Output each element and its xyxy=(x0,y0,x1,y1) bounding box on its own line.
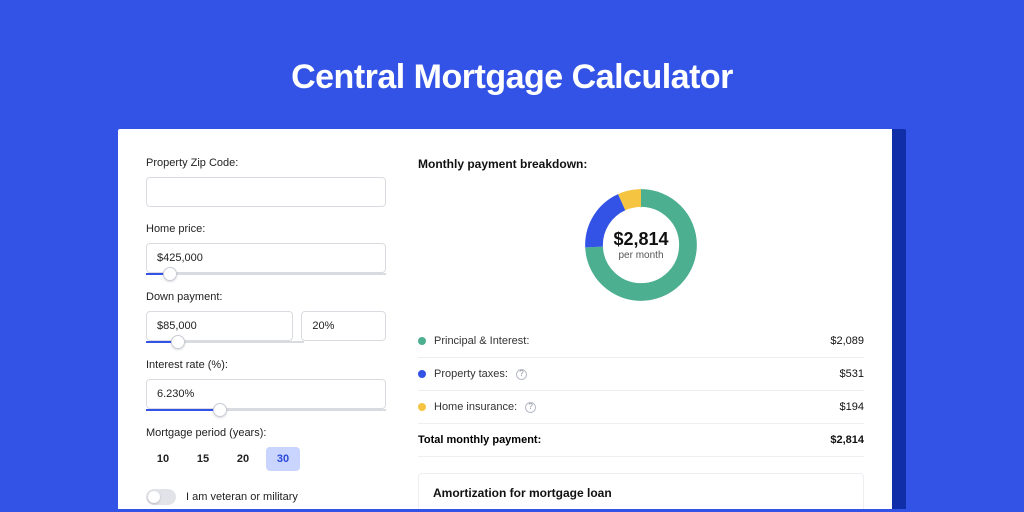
page-title: Central Mortgage Calculator xyxy=(0,0,1024,129)
interest-input[interactable] xyxy=(146,379,386,409)
interest-slider-thumb[interactable] xyxy=(213,403,227,417)
legend-label: Property taxes: xyxy=(434,368,508,380)
total-row: Total monthly payment: $2,814 xyxy=(418,423,864,457)
donut-wrap: $2,814 per month xyxy=(418,179,864,325)
veteran-toggle-label: I am veteran or military xyxy=(186,491,298,503)
results-panel: Monthly payment breakdown: $2,814 per mo… xyxy=(418,157,864,509)
inputs-panel: Property Zip Code: Home price: Down paym… xyxy=(146,157,386,509)
legend-row: Property taxes:? $531 xyxy=(418,358,864,391)
info-icon[interactable]: ? xyxy=(516,369,527,380)
down-payment-field-group: Down payment: xyxy=(146,291,386,343)
period-button-30[interactable]: 30 xyxy=(266,447,300,471)
donut-center: $2,814 per month xyxy=(579,183,703,307)
donut-center-sub: per month xyxy=(618,250,663,261)
donut-chart: $2,814 per month xyxy=(579,183,703,307)
period-button-20[interactable]: 20 xyxy=(226,447,260,471)
amortization-box: Amortization for mortgage loan Amortizat… xyxy=(418,473,864,509)
legend-value: $194 xyxy=(840,401,864,413)
interest-slider[interactable] xyxy=(146,409,386,411)
legend-label: Principal & Interest: xyxy=(434,335,529,347)
down-payment-label: Down payment: xyxy=(146,291,386,303)
home-price-label: Home price: xyxy=(146,223,386,235)
zip-label: Property Zip Code: xyxy=(146,157,386,169)
legend-value: $2,089 xyxy=(830,335,864,347)
total-value: $2,814 xyxy=(830,434,864,446)
home-price-input[interactable] xyxy=(146,243,386,273)
veteran-toggle-knob xyxy=(148,491,160,503)
veteran-toggle-row: I am veteran or military xyxy=(146,489,386,505)
legend-value: $531 xyxy=(840,368,864,380)
info-icon[interactable]: ? xyxy=(525,402,536,413)
zip-input[interactable] xyxy=(146,177,386,207)
legend-row: Principal & Interest: $2,089 xyxy=(418,325,864,358)
calculator-card: Property Zip Code: Home price: Down paym… xyxy=(118,129,906,509)
amortization-title: Amortization for mortgage loan xyxy=(433,486,849,500)
home-price-field-group: Home price: xyxy=(146,223,386,275)
veteran-toggle[interactable] xyxy=(146,489,176,505)
legend-row: Home insurance:? $194 xyxy=(418,391,864,423)
interest-field-group: Interest rate (%): xyxy=(146,359,386,411)
interest-slider-fill xyxy=(146,409,220,411)
period-button-10[interactable]: 10 xyxy=(146,447,180,471)
home-price-slider-thumb[interactable] xyxy=(163,267,177,281)
legend-dot-icon xyxy=(418,403,426,411)
home-price-slider[interactable] xyxy=(146,273,386,275)
zip-field-group: Property Zip Code: xyxy=(146,157,386,207)
total-label: Total monthly payment: xyxy=(418,434,541,446)
breakdown-title: Monthly payment breakdown: xyxy=(418,157,864,171)
down-payment-amount-input[interactable] xyxy=(146,311,293,341)
legend-dot-icon xyxy=(418,370,426,378)
down-payment-slider-thumb[interactable] xyxy=(171,335,185,349)
legend-left: Property taxes:? xyxy=(418,368,527,380)
down-payment-slider[interactable] xyxy=(146,341,304,343)
interest-label: Interest rate (%): xyxy=(146,359,386,371)
down-payment-percent-input[interactable] xyxy=(301,311,386,341)
legend-left: Home insurance:? xyxy=(418,401,536,413)
legend-dot-icon xyxy=(418,337,426,345)
period-options: 10152030 xyxy=(146,447,386,471)
period-button-15[interactable]: 15 xyxy=(186,447,220,471)
legend-left: Principal & Interest: xyxy=(418,335,529,347)
legend-label: Home insurance: xyxy=(434,401,517,413)
donut-center-amount: $2,814 xyxy=(613,229,668,250)
period-label: Mortgage period (years): xyxy=(146,427,386,439)
period-field-group: Mortgage period (years): 10152030 xyxy=(146,427,386,471)
legend: Principal & Interest: $2,089 Property taxe… xyxy=(418,325,864,423)
